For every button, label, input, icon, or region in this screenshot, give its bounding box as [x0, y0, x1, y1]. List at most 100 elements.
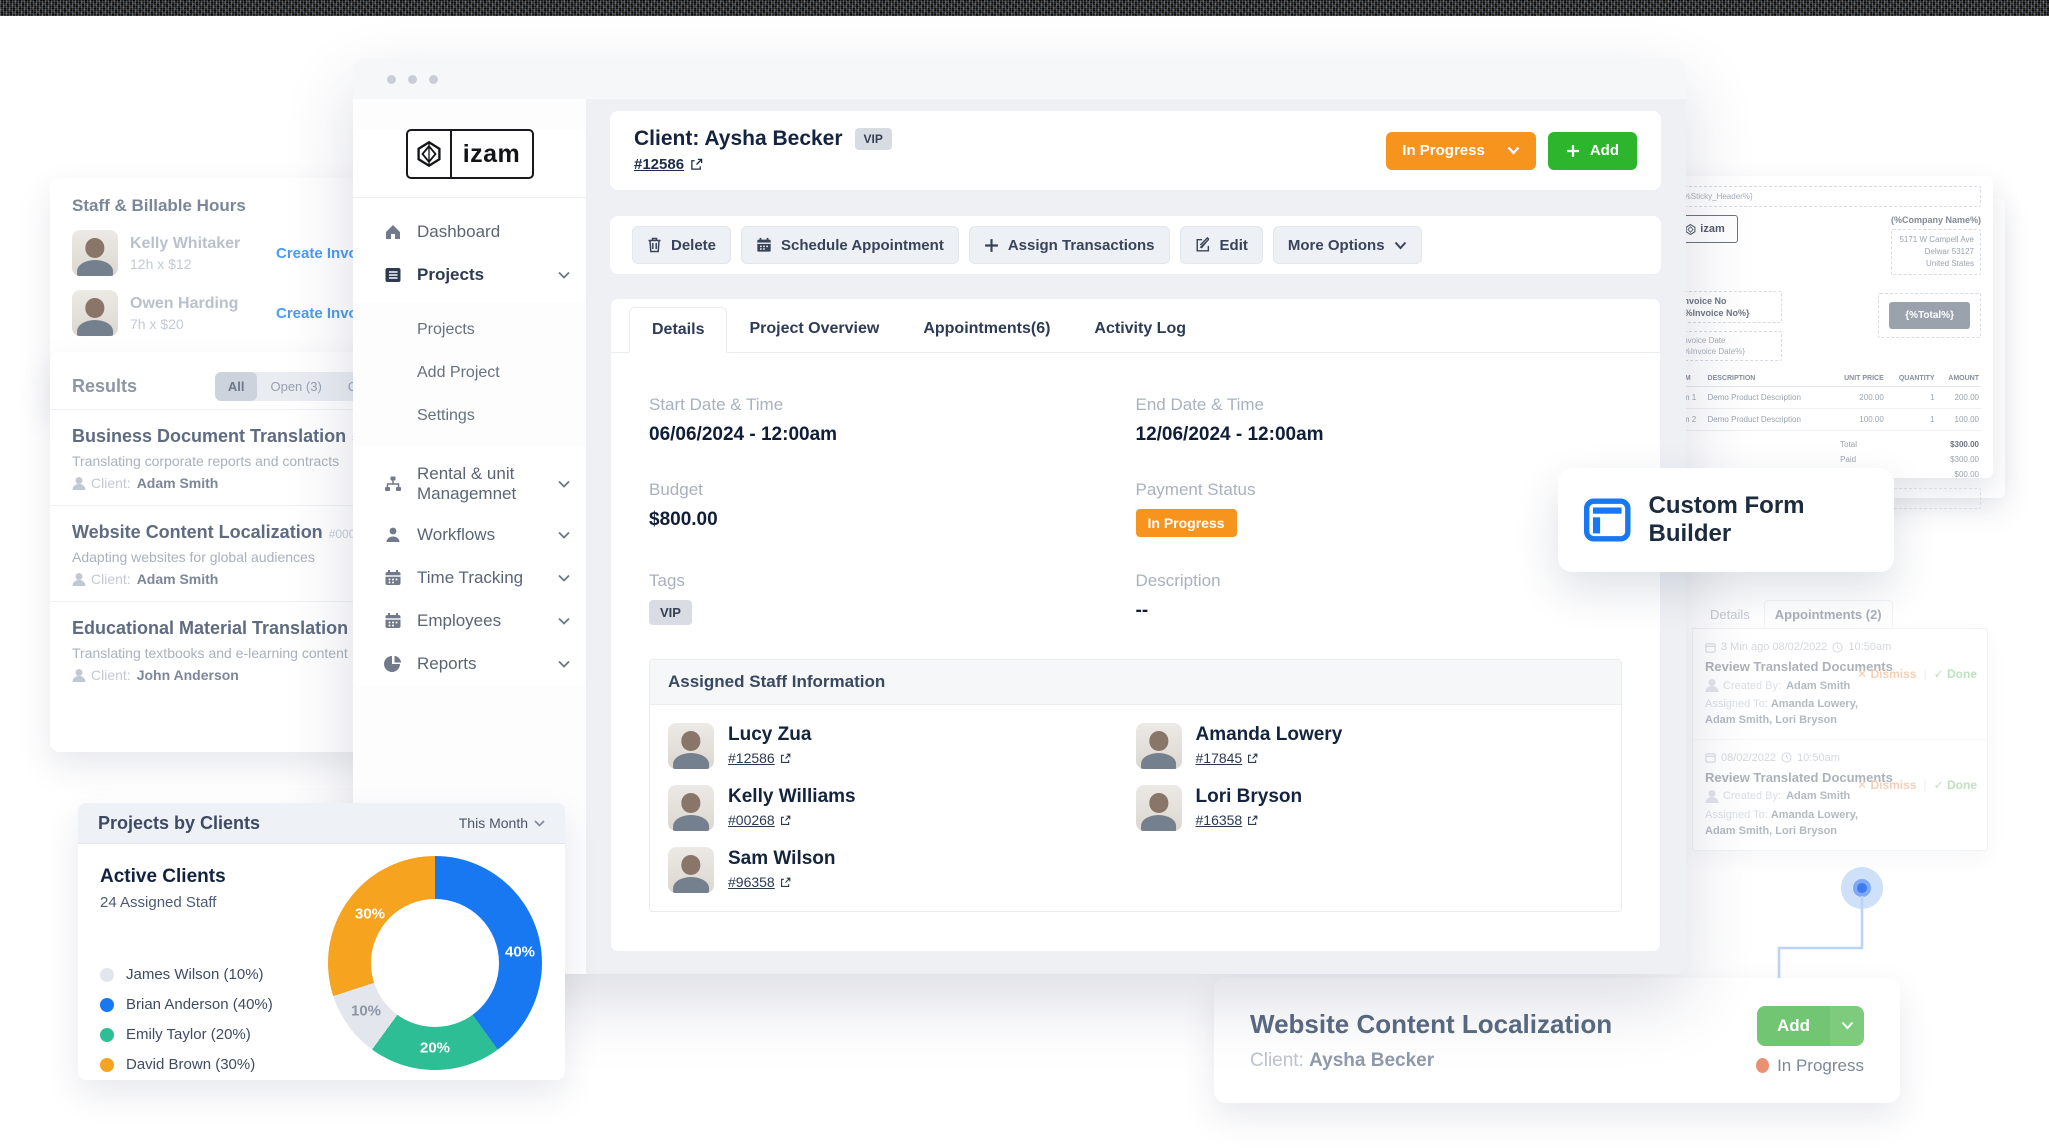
legend-label: James Wilson (10%): [126, 966, 264, 983]
legend-dot: [100, 968, 114, 982]
calendar-icon: [1705, 752, 1716, 763]
invoice-row: Item 1 Demo Product Description 200.00 1…: [1672, 387, 1981, 409]
page-title: Client: Aysha Becker: [634, 127, 843, 151]
assigned-staff-count: 24 Assigned Staff: [100, 894, 226, 911]
projects-by-clients-card: Projects by Clients This Month Active Cl…: [78, 803, 565, 1080]
tab-details[interactable]: Details: [629, 307, 727, 353]
top-noise-strip: [0, 0, 2049, 16]
window-control-dot[interactable]: [429, 75, 438, 84]
window-control-dot[interactable]: [408, 75, 417, 84]
staff-id-link[interactable]: #96358: [728, 874, 791, 890]
external-link-icon: [1247, 815, 1258, 826]
chevron-down-icon: [1394, 241, 1407, 250]
status-badge: In Progress: [1136, 509, 1237, 537]
status-label: In Progress: [1402, 142, 1485, 159]
staff-id-link[interactable]: #00268: [728, 812, 791, 828]
sidebar-item-label: Employees: [417, 611, 558, 631]
calendar-icon: [1705, 642, 1716, 653]
col-amount: AMOUNT: [1937, 371, 1981, 387]
delete-label: Delete: [671, 237, 716, 254]
client-id: #12586: [634, 156, 684, 173]
window-titlebar: [353, 59, 1686, 100]
address-line: United States: [1898, 258, 1974, 270]
sidebar-item-workflows[interactable]: Workflows: [353, 513, 586, 556]
delete-button[interactable]: Delete: [632, 226, 731, 264]
invoice-row: Item 2 Demo Product Description 100.00 1…: [1672, 409, 1981, 431]
staff-id-link[interactable]: #16358: [1196, 812, 1259, 828]
sidebar-item-time-tracking[interactable]: Time Tracking: [353, 556, 586, 599]
cell-qty: 1: [1886, 387, 1937, 409]
sidebar-item-projects[interactable]: Projects: [353, 253, 586, 296]
plus-icon: [1566, 144, 1580, 158]
appointment-entry: 08/02/2022 10:50am Review Translated Doc…: [1693, 739, 1987, 850]
staff-id-link[interactable]: #17845: [1196, 750, 1259, 766]
tab-activity-log[interactable]: Activity Log: [1072, 307, 1208, 352]
dismiss-button[interactable]: ✕ Dismiss: [1857, 778, 1916, 792]
sidebar-item-dashboard[interactable]: Dashboard: [353, 210, 586, 253]
sidebar-item-rental[interactable]: Rental & unit Managemnet: [353, 455, 586, 513]
staff-id-link[interactable]: #12586: [728, 750, 791, 766]
tab-appointments[interactable]: Appointments(6): [901, 307, 1072, 352]
staff-name: Kelly Williams: [728, 786, 856, 808]
invoice-no-placeholder: {%Invoice No%}: [1681, 308, 1773, 318]
edit-label: Edit: [1220, 237, 1248, 254]
staff-avatar: [72, 230, 118, 276]
add-label: Add: [1757, 1006, 1830, 1046]
staff-name: Owen Harding: [130, 295, 250, 313]
client-id-link[interactable]: #12586: [634, 156, 703, 173]
schedule-label: Schedule Appointment: [781, 237, 944, 254]
mini-tab-details[interactable]: Details: [1700, 601, 1760, 628]
chevron-down-icon: [558, 531, 570, 539]
status-label: In Progress: [1777, 1056, 1864, 1076]
more-options-button[interactable]: More Options: [1273, 226, 1422, 264]
legend-label: Emily Taylor (20%): [126, 1026, 251, 1043]
slice-label: 40%: [505, 944, 535, 961]
done-label: Done: [1947, 667, 1977, 681]
invoice-no-box: Invoice No {%Invoice No%}: [1672, 291, 1782, 323]
chevron-down-icon: [558, 660, 570, 668]
izam-logo: izam: [406, 129, 534, 179]
filter-tab-all[interactable]: All: [215, 372, 258, 401]
client-name: Adam Smith: [137, 571, 219, 587]
sidebar-subitem-projects[interactable]: Projects: [353, 308, 586, 351]
sidebar-item-reports[interactable]: Reports: [353, 642, 586, 685]
edit-button[interactable]: Edit: [1180, 226, 1263, 264]
chart-legend: James Wilson (10%) Brian Anderson (40%) …: [100, 966, 273, 1080]
staff-name: Kelly Whitaker: [130, 235, 250, 253]
sidebar-item-label: Time Tracking: [417, 568, 558, 588]
done-button[interactable]: ✓ Done: [1934, 667, 1977, 681]
field-value: 12/06/2024 - 12:00am: [1136, 424, 1623, 446]
divider: |: [1923, 778, 1926, 792]
client-name: Adam Smith: [137, 475, 219, 491]
add-button[interactable]: Add: [1548, 132, 1637, 170]
window-control-dot[interactable]: [387, 75, 396, 84]
client-label: Client:: [1250, 1050, 1304, 1071]
done-button[interactable]: ✓ Done: [1934, 778, 1977, 792]
filter-tab-open[interactable]: Open (3): [257, 372, 334, 401]
field-description: Description --: [1136, 571, 1623, 625]
field-value: --: [1136, 600, 1623, 622]
custom-form-builder-card[interactable]: Custom Form Builder: [1558, 468, 1894, 572]
dismiss-button[interactable]: ✕ Dismiss: [1857, 667, 1916, 681]
assign-transactions-button[interactable]: Assign Transactions: [969, 226, 1170, 264]
status-dropdown-button[interactable]: In Progress: [1386, 132, 1536, 170]
sidebar-subitem-settings[interactable]: Settings: [353, 394, 586, 437]
staff-avatar: [72, 290, 118, 336]
chevron-down-icon: [1507, 146, 1520, 155]
appointment-date: 3 Min ago 08/02/2022: [1721, 641, 1827, 653]
donut-chart-wrap: 40% 20% 10% 30%: [328, 856, 542, 1070]
sidebar-item-employees[interactable]: Employees: [353, 599, 586, 642]
tab-project-overview[interactable]: Project Overview: [727, 307, 901, 352]
field-label: Tags: [649, 571, 1136, 591]
staff-entry: Lori Bryson #16358: [1136, 785, 1604, 831]
mini-tab-appointments[interactable]: Appointments (2): [1764, 600, 1893, 628]
izam-logo-icon: [408, 131, 452, 177]
external-link-icon: [690, 158, 703, 171]
sidebar-subitem-add-project[interactable]: Add Project: [353, 351, 586, 394]
home-icon: [383, 222, 403, 242]
client-name: Aysha Becker: [1309, 1050, 1434, 1071]
add-split-button[interactable]: Add: [1757, 1006, 1864, 1046]
schedule-appointment-button[interactable]: Schedule Appointment: [741, 226, 959, 264]
period-dropdown[interactable]: This Month: [459, 815, 545, 831]
external-link-icon: [780, 877, 791, 888]
